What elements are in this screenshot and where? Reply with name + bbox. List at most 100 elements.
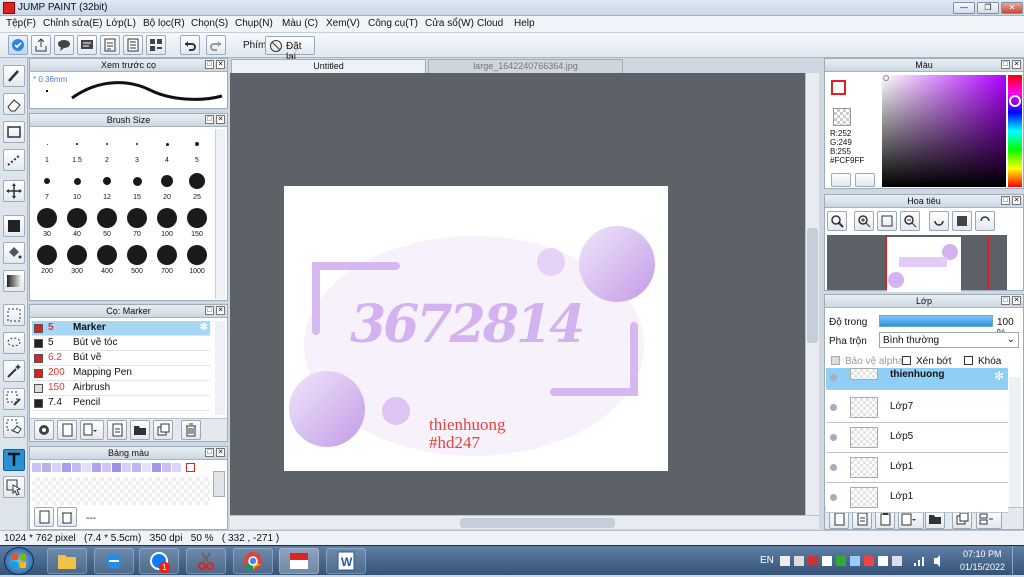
eraser-tool[interactable] (3, 93, 25, 115)
start-button[interactable] (4, 547, 34, 575)
palette-swatch[interactable] (52, 463, 61, 472)
brush-size-cell[interactable]: 2 (92, 129, 122, 166)
lock-checkbox[interactable] (964, 356, 973, 365)
brush-size-cell[interactable]: 1 (32, 129, 62, 166)
color-history-button[interactable] (855, 173, 875, 187)
panel-float-button[interactable]: □ (205, 448, 214, 457)
gear-icon[interactable]: ✻ (200, 321, 208, 335)
brush-copy-button[interactable] (107, 420, 127, 440)
panel-close-button[interactable]: ✕ (1012, 196, 1021, 205)
brush-size-cell[interactable]: 300 (62, 240, 92, 277)
redo-button[interactable] (206, 35, 226, 55)
menu-view[interactable]: Xem(V) (326, 18, 360, 29)
rotate-right-button[interactable] (975, 211, 995, 231)
canvas-vscroll[interactable] (805, 73, 819, 515)
taskbar-chrome[interactable] (233, 548, 273, 574)
panel-float-button[interactable]: □ (1001, 196, 1010, 205)
taskbar-word[interactable]: W (326, 548, 366, 574)
menu-edit[interactable]: Chỉnh sửa(E) (43, 18, 103, 29)
panel-close-button[interactable]: ✕ (216, 306, 225, 315)
brush-duplicate-button[interactable] (153, 420, 173, 440)
rectangle-tool[interactable] (3, 121, 25, 143)
move-tool[interactable] (3, 180, 25, 202)
clip-checkbox[interactable] (902, 356, 911, 365)
navigator-preview[interactable] (827, 235, 1007, 292)
zoom-button[interactable] (827, 211, 847, 231)
lasso-tool[interactable] (3, 332, 25, 354)
layers-scrollbar[interactable] (1009, 377, 1021, 507)
menu-color[interactable]: Màu (C) (282, 18, 318, 29)
tab-large-image[interactable]: large_1642240766364.jpg (428, 59, 623, 73)
vscroll-thumb[interactable] (807, 228, 818, 343)
color-mode-button[interactable] (831, 173, 851, 187)
message-button[interactable] (77, 35, 97, 55)
palette-swatch[interactable] (122, 463, 131, 472)
brush-size-cell[interactable]: 5 (182, 129, 212, 166)
language-indicator[interactable]: EN (760, 555, 774, 566)
rotate-left-button[interactable] (929, 211, 949, 231)
bucket-tool[interactable] (3, 242, 25, 264)
gradient-tool[interactable] (3, 270, 25, 292)
brush-size-cell[interactable]: 12 (92, 166, 122, 203)
palette-scrollbar[interactable] (213, 471, 225, 497)
share-button[interactable] (31, 35, 51, 55)
layer-visibility-toggle[interactable] (830, 374, 837, 381)
select-rect-tool[interactable] (3, 304, 25, 326)
close-button[interactable]: ✕ (1001, 2, 1023, 14)
new-brush-button[interactable] (57, 420, 77, 440)
zoom-out-button[interactable] (900, 211, 920, 231)
menu-layer[interactable]: Lớp(L) (106, 18, 136, 29)
brush-size-scrollbar[interactable] (215, 129, 225, 299)
panel-float-button[interactable]: □ (205, 60, 214, 69)
flip-button[interactable] (952, 211, 972, 231)
palette-swatch[interactable] (42, 463, 51, 472)
brush-size-cell[interactable]: 150 (182, 203, 212, 240)
foreground-color-swatch[interactable] (831, 80, 846, 95)
brush-size-cell[interactable]: 3 (122, 129, 152, 166)
text-tool[interactable] (3, 449, 25, 471)
picker-cursor[interactable] (883, 75, 889, 81)
saturation-value-picker[interactable] (882, 75, 1006, 187)
menu-cloud[interactable]: Cloud (477, 18, 503, 29)
panel-float-button[interactable]: □ (1001, 296, 1010, 305)
zoom-in-button[interactable] (854, 211, 874, 231)
panel-close-button[interactable]: ✕ (216, 448, 225, 457)
document-button[interactable] (100, 35, 120, 55)
panel-close-button[interactable]: ✕ (1012, 296, 1021, 305)
grid-button[interactable] (146, 35, 166, 55)
brush-list-scrollbar[interactable] (215, 321, 225, 415)
panel-close-button[interactable]: ✕ (216, 60, 225, 69)
operation-tool[interactable] (3, 476, 25, 498)
select-pen-tool[interactable] (3, 388, 25, 410)
tab-untitled[interactable]: Untitled (231, 59, 426, 73)
gear-icon[interactable]: ✻ (994, 369, 1004, 383)
select-eraser-tool[interactable] (3, 416, 25, 438)
palette-swatch[interactable] (172, 463, 181, 472)
document-canvas[interactable]: 3672814 thienhuong #hd247 (284, 186, 668, 471)
palette-swatch[interactable] (186, 463, 195, 472)
palette-swatch[interactable] (152, 463, 161, 472)
palette-swatch[interactable] (32, 463, 41, 472)
brush-size-cell[interactable]: 25 (182, 166, 212, 203)
list-button[interactable] (123, 35, 143, 55)
protect-alpha-checkbox[interactable] (831, 356, 840, 365)
palette-new-button[interactable] (34, 507, 54, 527)
menu-filter[interactable]: Bộ lọc(R) (143, 18, 185, 29)
brush-item[interactable]: 6.2 Bút vẽ (32, 351, 210, 366)
hscroll-thumb[interactable] (460, 518, 615, 528)
palette-delete-button[interactable] (57, 507, 77, 527)
palette-swatch[interactable] (112, 463, 121, 472)
brush-size-cell[interactable]: 10 (62, 166, 92, 203)
brush-size-cell[interactable]: 100 (152, 203, 182, 240)
palette-swatch[interactable] (92, 463, 101, 472)
fill-rect-tool[interactable] (3, 215, 25, 237)
brush-tool[interactable] (3, 65, 25, 87)
brush-size-cell[interactable]: 400 (92, 240, 122, 277)
brush-size-cell[interactable]: 700 (152, 240, 182, 277)
system-tray[interactable] (778, 554, 948, 568)
line-tool[interactable] (3, 149, 25, 171)
brush-size-cell[interactable]: 1000 (182, 240, 212, 277)
brush-size-cell[interactable]: 20 (152, 166, 182, 203)
opacity-slider[interactable] (879, 315, 993, 327)
taskbar-jumppaint[interactable] (279, 548, 319, 574)
